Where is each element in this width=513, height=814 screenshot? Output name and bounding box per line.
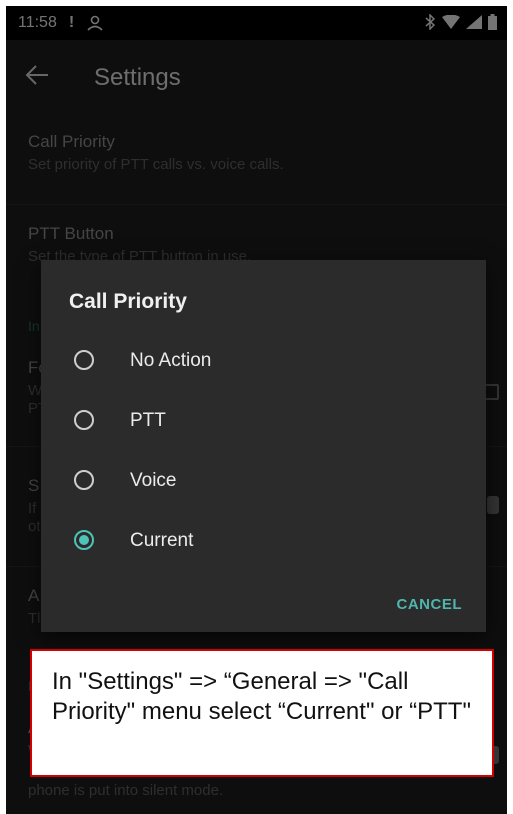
option-label: No Action (130, 350, 212, 371)
instruction-callout: In "Settings" => “General => "Call Prior… (30, 649, 494, 777)
option-voice[interactable]: Voice (41, 452, 486, 508)
option-no-action[interactable]: No Action (41, 332, 486, 388)
radio-button[interactable] (74, 470, 94, 490)
radio-button-selected[interactable] (74, 530, 94, 550)
option-label: Voice (130, 470, 177, 491)
cancel-button[interactable]: CANCEL (397, 596, 463, 613)
option-label: PTT (130, 410, 166, 431)
radio-button[interactable] (74, 410, 94, 430)
option-ptt[interactable]: PTT (41, 392, 486, 448)
radio-button[interactable] (74, 350, 94, 370)
dialog-title: Call Priority (69, 290, 187, 313)
call-priority-dialog: Call Priority No Action PTT Voice Curren… (41, 260, 486, 632)
option-label: Current (130, 530, 194, 551)
option-current[interactable]: Current (41, 512, 486, 568)
